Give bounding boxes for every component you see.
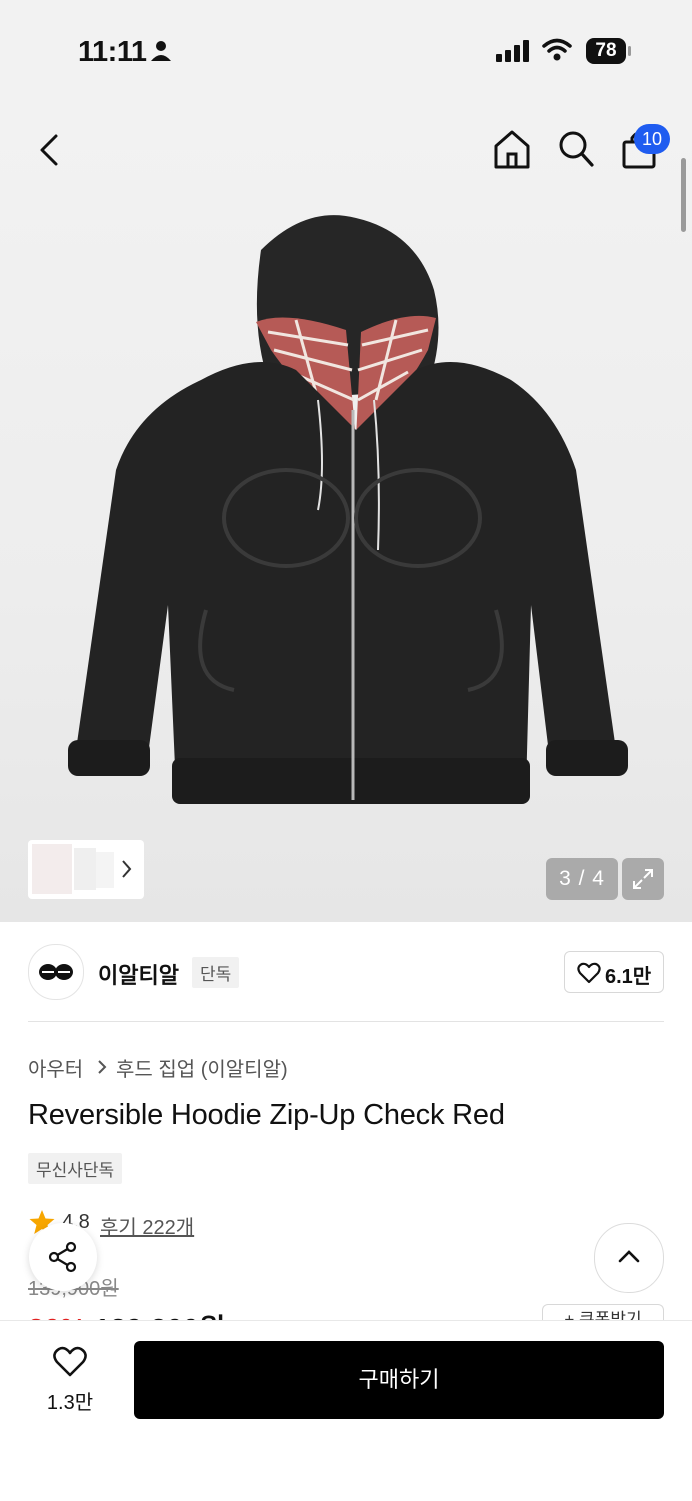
person-icon [151,41,171,61]
scroll-to-top-button[interactable] [594,1223,664,1293]
thumbnail-2[interactable] [74,848,96,890]
share-button[interactable] [29,1223,97,1291]
breadcrumb-category[interactable]: 아우터 [28,1053,83,1082]
reviews-link[interactable]: 후기 222개 [100,1211,194,1240]
wifi-icon [542,38,572,61]
search-icon[interactable] [556,128,596,170]
back-icon[interactable] [36,130,64,170]
battery-nub [628,46,631,56]
brand-exclusive-tag: 단독 [192,957,240,988]
brand-name[interactable]: 이알티알 [98,958,179,990]
scrollbar[interactable] [681,158,686,232]
chevron-right-icon[interactable] [120,858,134,880]
divider [28,1021,664,1022]
buy-button[interactable]: 구매하기 [134,1341,664,1419]
status-time: 11:11 [78,36,147,68]
heart-icon [577,962,601,984]
cellular-signal-icon [496,40,529,62]
brand-like-button[interactable]: 6.1만 [564,951,664,993]
exclusive-badge: 무신사단독 [28,1153,123,1184]
cart-count-badge: 10 [634,124,670,154]
battery-indicator: 78 [586,38,631,64]
brand-logo-mark [39,964,73,980]
color-thumbnails[interactable] [28,840,144,899]
breadcrumb-subcategory[interactable]: 후드 집업 (이알티알) [116,1053,288,1082]
chevron-right-icon [98,1060,107,1074]
status-bar: 11:11 78 [0,0,692,100]
brand-logo[interactable] [28,944,84,1000]
chevron-up-icon [618,1250,640,1263]
share-icon [48,1241,77,1273]
product-image[interactable] [56,210,636,810]
heart-icon[interactable] [52,1346,88,1378]
expand-icon [633,869,653,889]
thumbnail-red-hoodie[interactable] [32,844,72,894]
product-title: Reversible Hoodie Zip-Up Check Red [28,1099,505,1131]
wish-count: 1.3만 [46,1392,94,1414]
expand-button[interactable] [622,858,664,900]
brand-like-count: 6.1만 [605,966,652,988]
gallery-page-counter: 3 / 4 [546,858,618,900]
battery-level: 78 [586,38,626,64]
thumbnail-3[interactable] [96,852,114,888]
home-icon[interactable] [492,128,532,170]
